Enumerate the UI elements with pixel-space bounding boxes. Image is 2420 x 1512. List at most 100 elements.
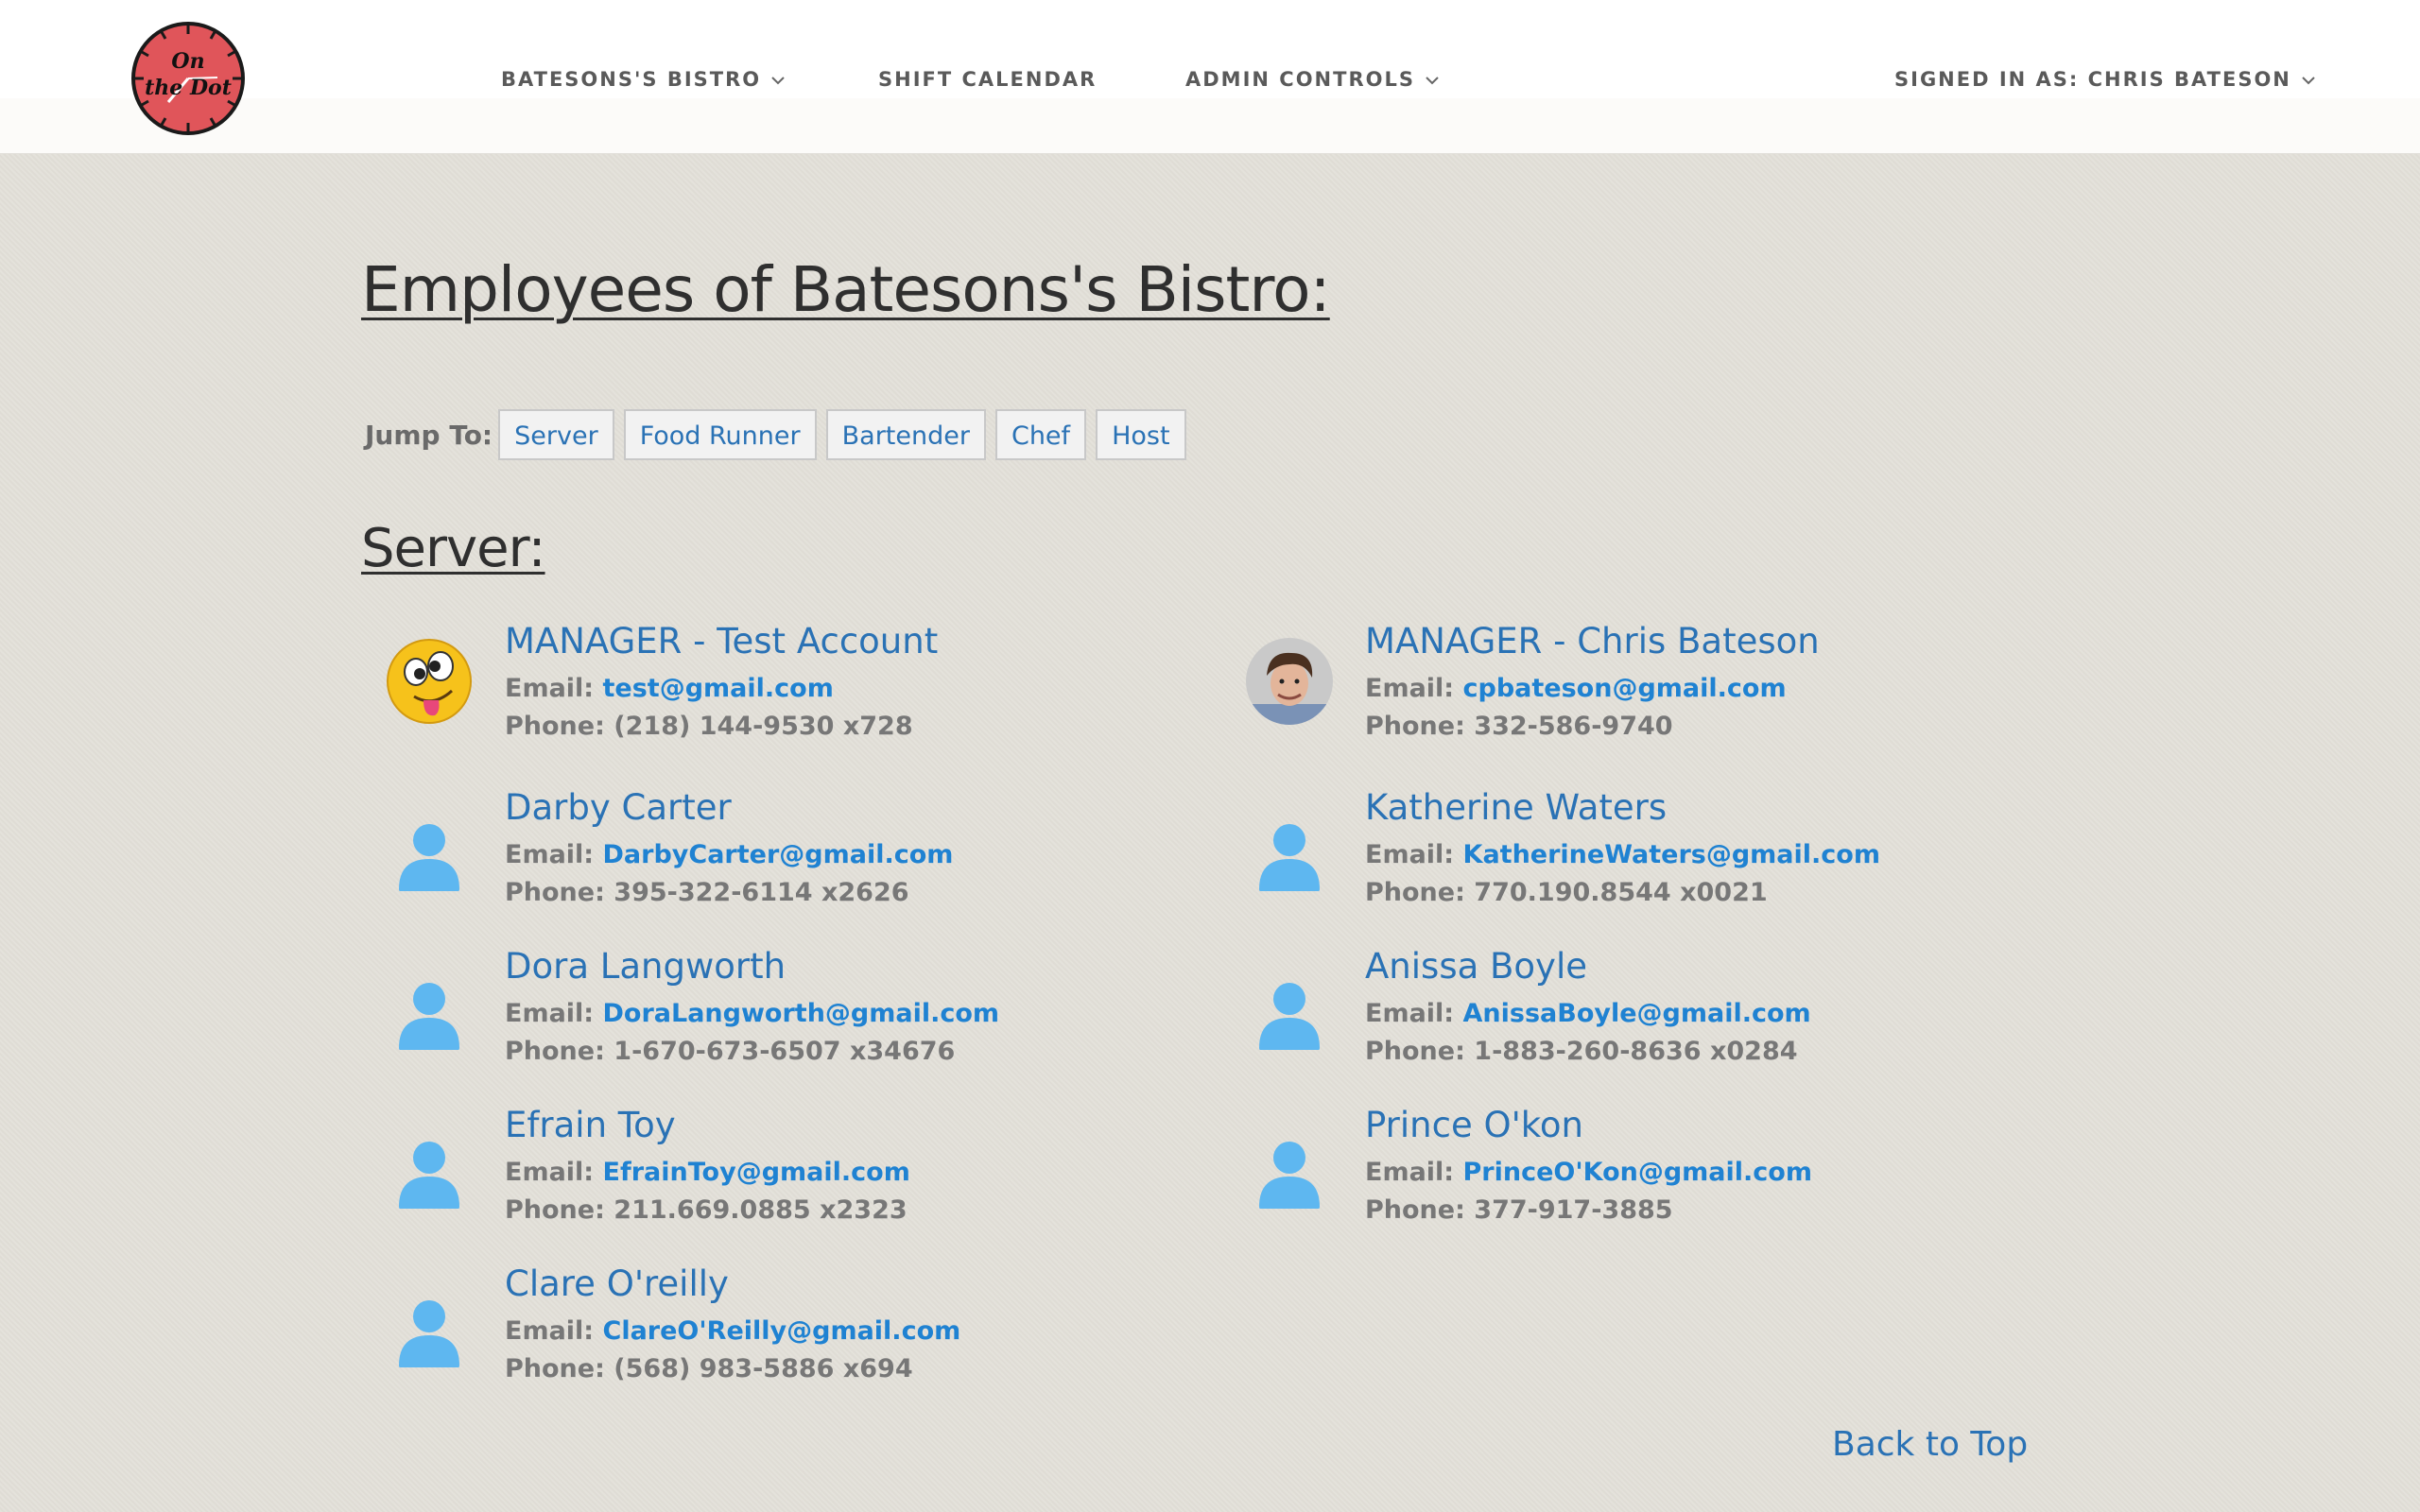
employee-name[interactable]: Prince O'kon [1365,1105,1583,1145]
person-icon [1246,1122,1333,1211]
chevron-down-icon [771,77,785,85]
phone-label: Phone: [505,878,605,907]
phone-label: Phone: [1365,712,1465,741]
employee-phone: Phone: 1-883-260-8636 x0284 [1365,1037,1798,1066]
employee-email: Email: EfrainToy@gmail.com [505,1158,910,1187]
chevron-down-icon [2302,77,2315,85]
employee-phone-value: 377-917-3885 [1474,1195,1673,1225]
nav-bistro-label: BATESONS'S BISTRO [501,68,762,91]
employee-phone: Phone: 211.669.0885 x2323 [505,1195,908,1225]
employee-card: Dora Langworth Email: DoraLangworth@gmai… [361,946,1193,1086]
email-label: Email: [505,1158,595,1187]
emoji-face-icon [386,638,473,725]
jump-bartender-button[interactable]: Bartender [825,409,986,460]
employee-email-link[interactable]: test@gmail.com [603,674,834,703]
employee-name[interactable]: Dora Langworth [505,946,786,987]
email-label: Email: [505,674,595,703]
employee-name[interactable]: MANAGER - Test Account [505,621,938,662]
jump-host-button[interactable]: Host [1096,409,1186,460]
employee-name[interactable]: Darby Carter [505,787,732,828]
nav-shift-calendar[interactable]: SHIFT CALENDAR [878,62,1097,96]
employee-phone: Phone: 770.190.8544 x0021 [1365,878,1768,907]
employee-email-link[interactable]: KatherineWaters@gmail.com [1463,840,1880,869]
logo-text-bottom: the Dot [145,76,232,100]
employee-phone-value: 770.190.8544 x0021 [1474,878,1768,907]
employee-card: Anissa Boyle Email: AnissaBoyle@gmail.co… [1221,946,2053,1086]
employee-phone: Phone: (218) 144-9530 x728 [505,712,913,741]
jump-chef-button[interactable]: Chef [994,409,1087,460]
email-label: Email: [1365,999,1455,1028]
email-label: Email: [505,1316,595,1346]
employee-phone: Phone: (568) 983-5886 x694 [505,1354,913,1383]
nav-bistro-dropdown[interactable]: BATESONS'S BISTRO [501,62,786,96]
employee-phone-value: (568) 983-5886 x694 [614,1354,913,1383]
employee-card: Darby Carter Email: DarbyCarter@gmail.co… [361,787,1193,927]
employee-email: Email: KatherineWaters@gmail.com [1365,840,1880,869]
employee-email: Email: ClareO'Reilly@gmail.com [505,1316,960,1346]
employee-email-link[interactable]: cpbateson@gmail.com [1463,674,1787,703]
employee-email-link[interactable]: EfrainToy@gmail.com [603,1158,910,1187]
employee-card: Clare O'reilly Email: ClareO'Reilly@gmai… [361,1263,1193,1403]
page-title: Employees of Batesons's Bistro: [361,253,1331,326]
employee-phone: Phone: 332-586-9740 [1365,712,1673,741]
employee-card: Efrain Toy Email: EfrainToy@gmail.com Ph… [361,1105,1193,1245]
employee-name[interactable]: Anissa Boyle [1365,946,1587,987]
employee-phone-value: 1-670-673-6507 x34676 [614,1037,956,1066]
jump-to-bar: Jump To: Server Food Runner Bartender Ch… [365,408,1196,461]
email-label: Email: [505,999,595,1028]
employee-email: Email: DarbyCarter@gmail.com [505,840,953,869]
user-photo-avatar [1246,638,1333,725]
employee-card: Katherine Waters Email: KatherineWaters@… [1221,787,2053,927]
nav-admin-controls-dropdown[interactable]: ADMIN CONTROLS [1185,62,1440,96]
employee-email-link[interactable]: PrinceO'Kon@gmail.com [1463,1158,1812,1187]
jump-food-runner-button[interactable]: Food Runner [623,409,817,460]
logo-text-top: On [171,49,204,74]
phone-label: Phone: [505,712,605,741]
employee-phone: Phone: 395-322-6114 x2626 [505,878,909,907]
phone-label: Phone: [505,1195,605,1225]
chevron-down-icon [1426,77,1439,85]
on-the-dot-logo[interactable]: On the Dot [130,21,246,136]
employee-email-link[interactable]: DarbyCarter@gmail.com [603,840,954,869]
user-menu-label: SIGNED IN AS: CHRIS BATESON [1894,68,2291,91]
phone-label: Phone: [1365,878,1465,907]
nav-shift-calendar-label: SHIFT CALENDAR [878,68,1098,91]
person-icon [386,804,473,893]
email-label: Email: [1365,674,1455,703]
employee-email-link[interactable]: AnissaBoyle@gmail.com [1463,999,1811,1028]
employee-name[interactable]: Katherine Waters [1365,787,1667,828]
jump-to-label: Jump To: [365,419,493,451]
user-menu-dropdown[interactable]: SIGNED IN AS: CHRIS BATESON [1894,62,2316,96]
employee-email-link[interactable]: DoraLangworth@gmail.com [603,999,1000,1028]
phone-label: Phone: [505,1037,605,1066]
employee-email: Email: DoraLangworth@gmail.com [505,999,999,1028]
employee-email: Email: cpbateson@gmail.com [1365,674,1787,703]
employee-email: Email: test@gmail.com [505,674,834,703]
section-title-server: Server: [361,518,546,579]
employee-card: MANAGER - Test Account Email: test@gmail… [361,621,1193,761]
person-icon [1246,963,1333,1052]
employee-name[interactable]: Clare O'reilly [505,1263,729,1304]
employee-phone-value: (218) 144-9530 x728 [614,712,913,741]
employee-phone-value: 211.669.0885 x2323 [614,1195,908,1225]
employee-phone: Phone: 377-917-3885 [1365,1195,1673,1225]
employee-phone-value: 395-322-6114 x2626 [614,878,909,907]
employee-name[interactable]: MANAGER - Chris Bateson [1365,621,1820,662]
person-icon [386,963,473,1052]
nav-admin-controls-label: ADMIN CONTROLS [1185,68,1415,91]
jump-server-button[interactable]: Server [498,409,614,460]
email-label: Email: [505,840,595,869]
phone-label: Phone: [505,1354,605,1383]
email-label: Email: [1365,1158,1455,1187]
phone-label: Phone: [1365,1195,1465,1225]
email-label: Email: [1365,840,1455,869]
back-to-top-link[interactable]: Back to Top [1832,1425,2028,1464]
phone-label: Phone: [1365,1037,1465,1066]
top-navbar: On the Dot BATESONS'S BISTRO SHIFT CALEN… [0,0,2420,154]
employee-card: MANAGER - Chris Bateson Email: cpbateson… [1221,621,2053,761]
employee-phone-value: 332-586-9740 [1474,712,1673,741]
employee-name[interactable]: Efrain Toy [505,1105,676,1145]
person-icon [386,1280,473,1369]
employee-email-link[interactable]: ClareO'Reilly@gmail.com [603,1316,961,1346]
employee-phone-value: 1-883-260-8636 x0284 [1474,1037,1798,1066]
